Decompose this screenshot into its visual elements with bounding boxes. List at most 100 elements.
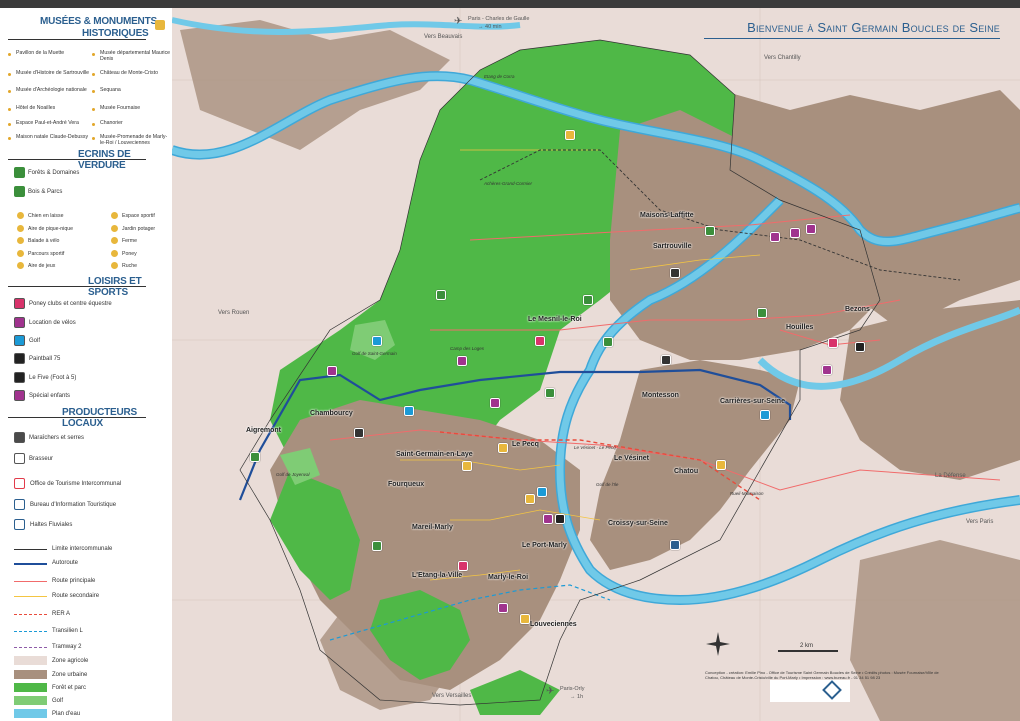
farm-marker-icon[interactable] xyxy=(670,268,680,278)
town-label[interactable]: Fourqueux xyxy=(388,481,424,488)
park-marker-icon[interactable] xyxy=(757,308,767,318)
town-label[interactable]: Chambourcy xyxy=(310,410,353,417)
town-label[interactable]: Chatou xyxy=(674,468,698,475)
paintball-marker-icon[interactable] xyxy=(855,342,865,352)
museum-item-label[interactable]: Hôtel de Noailles xyxy=(16,105,90,111)
park-marker-icon[interactable] xyxy=(705,226,715,236)
secondary-road-swatch xyxy=(14,596,47,597)
producer-label[interactable]: Brasseur xyxy=(29,456,53,462)
bike-marker-icon[interactable] xyxy=(770,232,780,242)
town-label[interactable]: Montesson xyxy=(642,392,679,399)
loisir-label[interactable]: Golf xyxy=(29,338,40,344)
museum-item-label[interactable]: Sequana xyxy=(100,87,172,93)
loisir-label[interactable]: Spécial enfants xyxy=(29,393,70,399)
bike-marker-icon[interactable] xyxy=(490,398,500,408)
museum-marker-icon[interactable] xyxy=(520,614,530,624)
museum-item-label[interactable]: Musée-Promenade de Marly-le-Roi / Louvec… xyxy=(100,134,172,146)
line-type-label: Autoroute xyxy=(52,560,79,566)
museum-marker-icon[interactable] xyxy=(565,130,575,140)
bike-marker-icon[interactable] xyxy=(790,228,800,238)
producer-marker-icon[interactable] xyxy=(354,428,364,438)
producer-marker-icon[interactable] xyxy=(661,355,671,365)
river-stop-icon xyxy=(14,519,25,530)
golf-marker-icon[interactable] xyxy=(760,410,770,420)
museum-item-label[interactable]: Musée d'Archéologie nationale xyxy=(16,87,90,93)
museum-marker-icon[interactable] xyxy=(525,494,535,504)
park-marker-icon[interactable] xyxy=(372,541,382,551)
museum-bullet-icon xyxy=(92,53,95,56)
partner-logos xyxy=(770,680,850,702)
forest-marker-icon[interactable] xyxy=(436,290,446,300)
scale-label: 2 km xyxy=(800,643,814,649)
town-label[interactable]: Louveciennes xyxy=(530,621,577,628)
town-label[interactable]: Houilles xyxy=(786,324,813,331)
office-label[interactable]: Bureau d'Information Touristique xyxy=(30,502,116,508)
office-label[interactable]: Office de Tourisme Intercommunal xyxy=(30,481,121,487)
children-marker-icon[interactable] xyxy=(806,224,816,234)
town-label[interactable]: Le Pecq xyxy=(512,441,539,448)
town-label[interactable]: Le Vésinet xyxy=(614,455,649,462)
town-label[interactable]: Aigremont xyxy=(246,427,281,434)
zone-label: Forêt et parc xyxy=(52,685,87,691)
town-label[interactable]: Carrières-sur-Seine xyxy=(720,398,785,405)
river-stop-marker-icon[interactable] xyxy=(670,540,680,550)
town-label[interactable]: Le Mesnil-le-Roi xyxy=(528,316,582,323)
pony-marker-icon[interactable] xyxy=(535,336,545,346)
activity-label: Ferme xyxy=(122,238,137,244)
producer-label[interactable]: Maraîchers et serres xyxy=(29,435,84,441)
bike-marker-icon[interactable] xyxy=(498,603,508,613)
museum-item-label[interactable]: Maison natale Claude-Debussy xyxy=(16,134,90,140)
golf-marker-icon[interactable] xyxy=(372,336,382,346)
park-marker-icon[interactable] xyxy=(603,337,613,347)
activity-label: Parcours sportif xyxy=(28,250,65,257)
museum-marker-icon[interactable] xyxy=(462,461,472,471)
activity-label: Balade à vélo xyxy=(28,238,60,244)
musees-title-line1: Musées & monuments xyxy=(40,16,157,27)
town-label[interactable]: Saint-Germain-en-Laye xyxy=(396,451,473,458)
musees-title-rule xyxy=(8,39,146,40)
town-label[interactable]: Maisons-Laffitte xyxy=(640,212,694,219)
museum-bullet-icon xyxy=(8,123,11,126)
town-label[interactable]: Croissy-sur-Seine xyxy=(608,520,668,527)
forest-marker-icon[interactable] xyxy=(583,295,593,305)
museum-item-label[interactable]: Musée départemental Maurice Denis xyxy=(100,50,172,62)
pony-club-icon xyxy=(14,298,25,309)
town-label[interactable]: Mareil-Marly xyxy=(412,524,453,531)
golf-marker-icon[interactable] xyxy=(537,487,547,497)
park-marker-icon[interactable] xyxy=(545,388,555,398)
town-label[interactable]: Bezons xyxy=(845,306,870,313)
golf-icon xyxy=(14,335,25,346)
town-label[interactable]: Le Port-Marly xyxy=(522,542,567,549)
pony-marker-icon[interactable] xyxy=(458,561,468,571)
museum-item-label[interactable]: Pavillon de la Muette xyxy=(16,50,90,56)
children-marker-icon[interactable] xyxy=(327,366,337,376)
museum-item-label[interactable]: Espace Paul-et-André Vera xyxy=(16,120,90,126)
park-marker-icon[interactable] xyxy=(250,452,260,462)
town-label[interactable]: L'Etang-la-Ville xyxy=(412,572,462,579)
town-label[interactable]: Sartrouville xyxy=(653,243,692,250)
museum-item-label[interactable]: Musée Fournaise xyxy=(100,105,172,111)
museum-marker-icon[interactable] xyxy=(716,460,726,470)
bike-marker-icon[interactable] xyxy=(457,356,467,366)
loisir-label[interactable]: Paintball 75 xyxy=(29,356,60,362)
place-label: Golf de Saint-Germain xyxy=(352,351,397,356)
museum-item-label[interactable]: Musée d'Histoire de Sartrouville xyxy=(16,70,90,76)
bike-marker-icon[interactable] xyxy=(543,514,553,524)
loisir-label[interactable]: Poney clubs et centre équestre xyxy=(29,301,112,307)
office-label[interactable]: Haltes Fluviales xyxy=(30,522,72,528)
museum-item-label[interactable]: Château de Monte-Cristo xyxy=(100,70,172,76)
museum-item-label[interactable]: Chanorier xyxy=(100,120,172,126)
loisir-label[interactable]: Le Five (Foot à 5) xyxy=(29,375,76,381)
airport-time: → 40 min xyxy=(478,24,502,30)
children-marker-icon[interactable] xyxy=(822,365,832,375)
paintball-marker-icon[interactable] xyxy=(555,514,565,524)
loisir-label[interactable]: Location de vélos xyxy=(29,320,76,326)
tourism-office-marker-icon[interactable] xyxy=(404,406,414,416)
line-type-label: Route principale xyxy=(52,578,96,584)
pony-marker-icon[interactable] xyxy=(828,338,838,348)
museum-marker-icon[interactable] xyxy=(498,443,508,453)
town-label[interactable]: Marly-le-Roi xyxy=(488,574,528,581)
museum-bullet-icon xyxy=(92,108,95,111)
zone-label: Golf xyxy=(52,698,64,704)
place-label: Le Vésinet - Le Pecq xyxy=(574,445,616,450)
